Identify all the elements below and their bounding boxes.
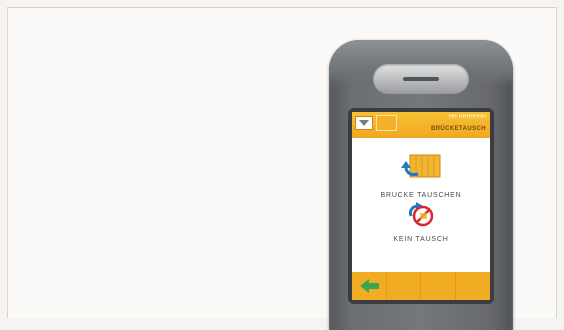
footer-softkey-3[interactable]: [421, 272, 456, 300]
option-kein-tausch[interactable]: KEIN TAUSCH: [352, 202, 490, 243]
earpiece-speaker: [373, 64, 469, 94]
screen-footer: [352, 272, 490, 300]
option-label: BRUCKE TAUSCHEN: [380, 192, 462, 199]
header-small-text: HH HHHHHHH: [449, 114, 486, 120]
screen-title: BRÜCKETAUSCH: [430, 126, 486, 132]
back-button[interactable]: [352, 272, 387, 300]
handheld-device: HH HHHHHHH BRÜCKETAUSCH BRUCKE TAUSCHEN: [329, 40, 513, 330]
footer-softkey-2[interactable]: [387, 272, 421, 300]
no-swap-icon: [409, 202, 434, 227]
option-bruecke-tauschen[interactable]: BRUCKE TAUSCHEN: [352, 152, 490, 199]
footer-softkey-4[interactable]: [456, 272, 490, 300]
device-screen: HH HHHHHHH BRÜCKETAUSCH BRUCKE TAUSCHEN: [352, 112, 490, 300]
screen-header: HH HHHHHHH BRÜCKETAUSCH: [352, 112, 490, 138]
menu-dropdown-button[interactable]: [355, 116, 373, 130]
speaker-slot: [403, 77, 439, 81]
container-swap-icon: [401, 154, 441, 178]
back-arrow-icon: [360, 279, 379, 293]
tab-button[interactable]: [376, 115, 397, 131]
option-label: KEIN TAUSCH: [393, 236, 449, 243]
dropdown-triangle-icon: [359, 120, 369, 126]
